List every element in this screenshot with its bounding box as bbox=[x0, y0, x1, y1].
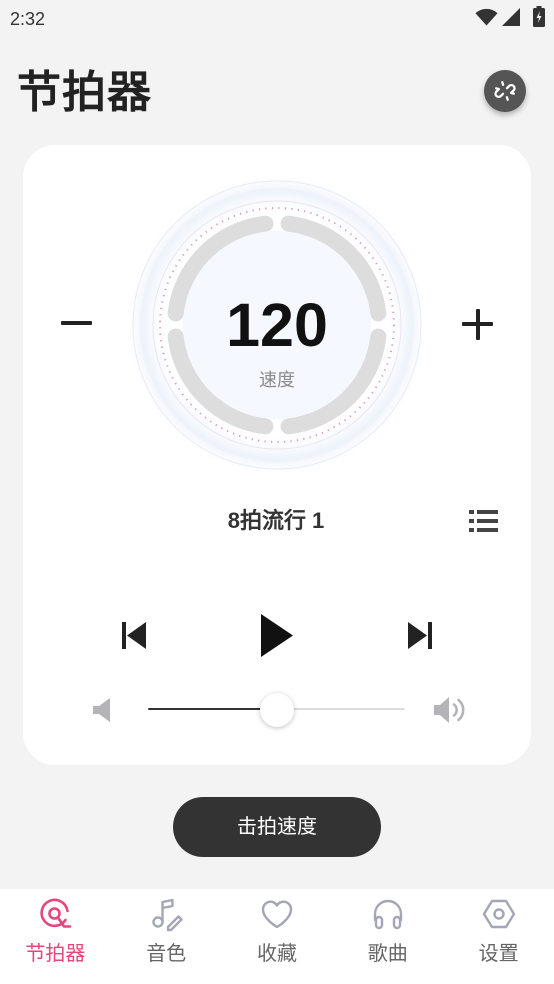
volume-slider-fill bbox=[148, 708, 277, 710]
list-icon bbox=[468, 510, 498, 532]
play-icon[interactable] bbox=[261, 614, 293, 657]
nav-label-settings: 设置 bbox=[478, 943, 519, 965]
metronome-icon bbox=[40, 898, 72, 928]
settings-hexagon-icon bbox=[482, 899, 515, 929]
music-note-edit-icon bbox=[152, 898, 183, 932]
skip-previous-icon[interactable] bbox=[122, 622, 146, 649]
nav-item-settings[interactable]: 设置 bbox=[443, 889, 554, 984]
page-title: 节拍器 bbox=[17, 68, 152, 117]
nav-item-favorites[interactable]: 收藏 bbox=[222, 889, 333, 984]
nav-item-metronome[interactable]: 节拍器 bbox=[0, 889, 111, 984]
tempo-value: 120 bbox=[226, 291, 328, 359]
battery-charging-icon bbox=[533, 6, 545, 27]
pattern-list-button[interactable] bbox=[466, 506, 500, 536]
link-off-button[interactable] bbox=[484, 70, 526, 112]
nav-label-metronome: 节拍器 bbox=[25, 943, 86, 965]
nav-label-favorites: 收藏 bbox=[256, 943, 297, 965]
bottom-nav: 节拍器 音色 收藏 歌曲 设置 bbox=[0, 889, 554, 984]
link-off-icon bbox=[494, 81, 516, 101]
nav-label-songs: 歌曲 bbox=[367, 943, 408, 965]
volume-slider-thumb[interactable] bbox=[259, 693, 294, 727]
minus-icon bbox=[60, 321, 92, 325]
tap-tempo-button[interactable]: 击拍速度 bbox=[173, 797, 381, 857]
nav-label-sounds: 音色 bbox=[146, 943, 187, 965]
tempo-label: 速度 bbox=[259, 370, 295, 390]
skip-next-icon[interactable] bbox=[408, 622, 432, 649]
wifi-icon bbox=[475, 8, 498, 26]
increase-tempo-button[interactable] bbox=[459, 300, 496, 348]
decrease-tempo-button[interactable] bbox=[58, 300, 94, 346]
volume-mute-icon bbox=[93, 698, 110, 722]
status-time: 2:32 bbox=[10, 9, 46, 29]
heart-icon bbox=[261, 900, 293, 929]
nav-item-sounds[interactable]: 音色 bbox=[111, 889, 222, 984]
cell-signal-icon bbox=[502, 8, 520, 26]
nav-item-songs[interactable]: 歌曲 bbox=[332, 889, 443, 984]
headphones-icon bbox=[373, 899, 402, 930]
pattern-name[interactable]: 8拍流行 1 bbox=[126, 508, 426, 534]
volume-up-icon bbox=[434, 697, 465, 723]
